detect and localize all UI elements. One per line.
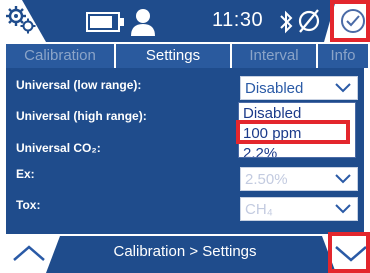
dropdown-option[interactable]: 2.2%	[243, 145, 277, 157]
status-bar: 11:30	[0, 0, 370, 44]
bluetooth-icon	[280, 10, 293, 34]
tab-interval[interactable]: Interval	[232, 44, 316, 68]
tab-calibration[interactable]: Calibration	[6, 44, 114, 68]
universal-low-label: Universal (low range):	[16, 78, 142, 92]
confirm-button-highlight	[330, 0, 370, 42]
ex-label: Ex:	[16, 167, 35, 181]
battery-icon	[86, 12, 124, 32]
breadcrumb: Calibration > Settings	[113, 243, 257, 260]
chevron-down-icon	[335, 174, 351, 184]
tox-select[interactable]: CH₄	[240, 197, 358, 221]
ex-select[interactable]: 2.50%	[240, 167, 358, 191]
tox-value: CH₄	[245, 201, 273, 218]
device-screen: 11:30 Calibration Settings Interval Info…	[0, 0, 370, 273]
universal-low-value: Disabled	[245, 80, 304, 97]
tab-settings[interactable]: Settings	[116, 44, 230, 68]
tox-label: Tox:	[16, 198, 41, 212]
tab-bar: Calibration Settings Interval Info	[6, 44, 368, 68]
footer-bar: Calibration > Settings	[0, 234, 370, 273]
scroll-down-highlight	[328, 232, 370, 273]
universal-low-select[interactable]: Disabled	[240, 76, 358, 100]
no-signal-icon	[298, 9, 320, 33]
universal-co2-label: Universal CO₂:	[16, 141, 101, 155]
user-icon	[131, 9, 155, 36]
clock-time: 11:30	[212, 9, 264, 31]
universal-high-label: Universal (high range):	[16, 109, 147, 123]
tab-info[interactable]: Info	[318, 44, 368, 68]
chevron-down-icon	[335, 83, 351, 93]
option-highlight	[236, 120, 350, 144]
gears-icon[interactable]	[4, 4, 38, 36]
chevron-down-icon	[335, 204, 351, 214]
ex-value: 2.50%	[245, 171, 288, 188]
tab-settings-label: Settings	[145, 47, 201, 64]
